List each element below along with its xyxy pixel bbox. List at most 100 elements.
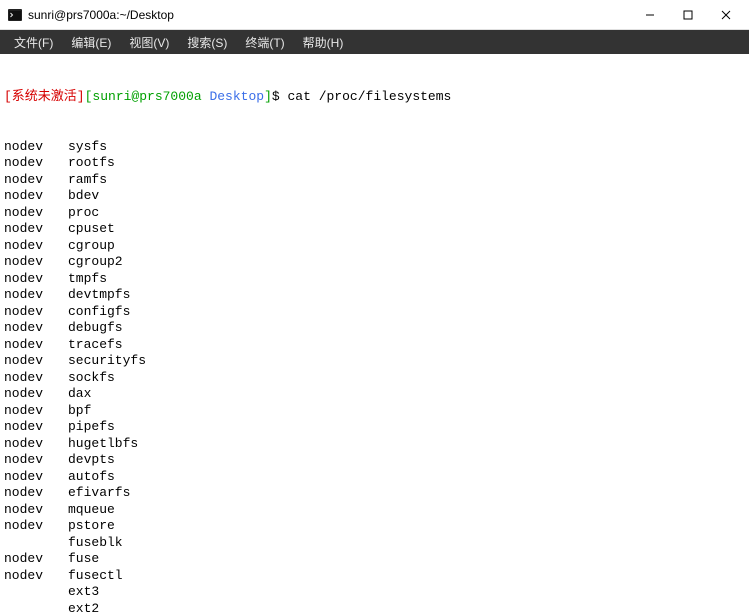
fs-col1: nodev (4, 188, 68, 205)
fs-col1: nodev (4, 287, 68, 304)
output-line: nodevrootfs (4, 155, 745, 172)
fs-col1: nodev (4, 353, 68, 370)
fs-col2: sysfs (68, 139, 107, 154)
fs-col1: nodev (4, 386, 68, 403)
command-text: cat /proc/filesystems (288, 89, 452, 104)
window-title: sunri@prs7000a:~/Desktop (28, 8, 631, 22)
fs-col2: pstore (68, 518, 115, 533)
fs-col2: configfs (68, 304, 130, 319)
output-line: nodevhugetlbfs (4, 436, 745, 453)
prompt-userhost: sunri@prs7000a (92, 89, 201, 104)
fs-col2: ext2 (68, 601, 99, 612)
output-line: nodevautofs (4, 469, 745, 486)
output-line: nodevsockfs (4, 370, 745, 387)
fs-col2: hugetlbfs (68, 436, 138, 451)
fs-col1: nodev (4, 304, 68, 321)
output-line: nodevefivarfs (4, 485, 745, 502)
fs-col2: devpts (68, 452, 115, 467)
fs-col1: nodev (4, 419, 68, 436)
fs-col1: nodev (4, 337, 68, 354)
fs-col1: nodev (4, 155, 68, 172)
fs-col1: nodev (4, 452, 68, 469)
output-line: ext3 (4, 584, 745, 601)
output-line: nodevbpf (4, 403, 745, 420)
output-line: fuseblk (4, 535, 745, 552)
menubar: 文件(F) 编辑(E) 视图(V) 搜索(S) 终端(T) 帮助(H) (0, 30, 749, 54)
fs-col2: rootfs (68, 155, 115, 170)
menu-view[interactable]: 视图(V) (121, 32, 177, 53)
fs-col1: nodev (4, 370, 68, 387)
fs-col1: nodev (4, 254, 68, 271)
output-line: nodevconfigfs (4, 304, 745, 321)
fs-col1: nodev (4, 221, 68, 238)
fs-col1: nodev (4, 485, 68, 502)
fs-col2: tracefs (68, 337, 123, 352)
fs-col1: nodev (4, 238, 68, 255)
fs-col1: nodev (4, 568, 68, 585)
maximize-button[interactable] (669, 1, 707, 29)
fs-col2: tmpfs (68, 271, 107, 286)
output-line: nodevbdev (4, 188, 745, 205)
fs-col1: nodev (4, 172, 68, 189)
fs-col2: autofs (68, 469, 115, 484)
fs-col1: nodev (4, 403, 68, 420)
window-controls (631, 1, 745, 29)
output-line: nodevramfs (4, 172, 745, 189)
menu-terminal[interactable]: 终端(T) (237, 32, 292, 53)
terminal-icon (8, 8, 22, 22)
fs-col2: proc (68, 205, 99, 220)
fs-col1: nodev (4, 320, 68, 337)
output-line: nodevmqueue (4, 502, 745, 519)
output-line: nodevdebugfs (4, 320, 745, 337)
output-line: nodevdevpts (4, 452, 745, 469)
fs-col2: devtmpfs (68, 287, 130, 302)
minimize-button[interactable] (631, 1, 669, 29)
prompt-cwd: Desktop (209, 89, 264, 104)
output-line: nodevpipefs (4, 419, 745, 436)
menu-help[interactable]: 帮助(H) (295, 32, 352, 53)
output-line: nodevdevtmpfs (4, 287, 745, 304)
output-line: nodevtracefs (4, 337, 745, 354)
fs-col2: fuse (68, 551, 99, 566)
fs-col2: mqueue (68, 502, 115, 517)
output-line: nodevcpuset (4, 221, 745, 238)
prompt-status: [系统未激活] (4, 89, 85, 104)
output-line: nodevsysfs (4, 139, 745, 156)
output-block: nodevsysfsnodevrootfsnodevramfsnodevbdev… (4, 139, 745, 612)
fs-col1: nodev (4, 139, 68, 156)
menu-file[interactable]: 文件(F) (6, 32, 61, 53)
fs-col1: nodev (4, 469, 68, 486)
fs-col2: dax (68, 386, 91, 401)
fs-col1: nodev (4, 271, 68, 288)
fs-col2: pipefs (68, 419, 115, 434)
prompt-close: ] (264, 89, 272, 104)
terminal-area[interactable]: [系统未激活][sunri@prs7000a Desktop]$ cat /pr… (0, 54, 749, 612)
fs-col2: fuseblk (68, 535, 123, 550)
output-line: nodevsecurityfs (4, 353, 745, 370)
fs-col1: nodev (4, 502, 68, 519)
output-line: nodevcgroup2 (4, 254, 745, 271)
fs-col2: debugfs (68, 320, 123, 335)
fs-col2: securityfs (68, 353, 146, 368)
window-titlebar: sunri@prs7000a:~/Desktop (0, 0, 749, 30)
fs-col2: ramfs (68, 172, 107, 187)
fs-col2: bdev (68, 188, 99, 203)
output-line: nodevfusectl (4, 568, 745, 585)
output-line: nodevfuse (4, 551, 745, 568)
close-button[interactable] (707, 1, 745, 29)
menu-search[interactable]: 搜索(S) (179, 32, 235, 53)
fs-col2: bpf (68, 403, 91, 418)
output-line: nodevpstore (4, 518, 745, 535)
fs-col1: nodev (4, 436, 68, 453)
fs-col1: nodev (4, 551, 68, 568)
fs-col2: cpuset (68, 221, 115, 236)
fs-col2: ext3 (68, 584, 99, 599)
menu-edit[interactable]: 编辑(E) (63, 32, 119, 53)
fs-col2: sockfs (68, 370, 115, 385)
output-line: nodevdax (4, 386, 745, 403)
output-line: nodevtmpfs (4, 271, 745, 288)
prompt-line-1: [系统未激活][sunri@prs7000a Desktop]$ cat /pr… (4, 89, 745, 106)
fs-col2: fusectl (68, 568, 123, 583)
fs-col2: efivarfs (68, 485, 130, 500)
output-line: nodevproc (4, 205, 745, 222)
